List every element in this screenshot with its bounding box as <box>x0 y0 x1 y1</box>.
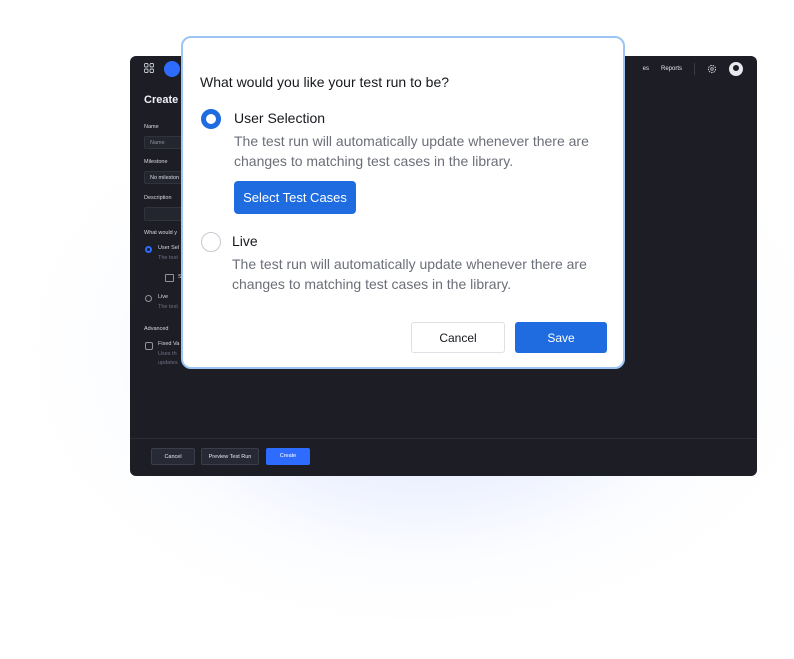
fixed-desc-1: Uses th <box>158 351 177 357</box>
fixed-checkbox[interactable] <box>145 342 153 350</box>
user-selection-description: The test run will automatically update w… <box>234 133 589 169</box>
advanced-label: Advanced <box>144 326 169 332</box>
dialog-question: What would you like your test run to be? <box>200 74 450 90</box>
run-type-question: What would y <box>144 230 178 236</box>
live-label-small: Live <box>158 294 169 300</box>
user-selection-radio-small[interactable] <box>145 246 152 253</box>
app-logo-icon[interactable] <box>164 61 180 77</box>
live-desc-small: The test <box>158 304 178 310</box>
footer-cancel-button[interactable]: Cancel <box>151 448 195 465</box>
run-type-dialog: What would you like your test run to be?… <box>181 36 625 369</box>
save-button[interactable]: Save <box>515 322 607 353</box>
create-button[interactable]: Create <box>266 448 310 465</box>
description-label: Description <box>144 195 172 201</box>
top-nav: es Reports <box>643 60 743 78</box>
fixed-desc-2: updates <box>158 360 178 366</box>
user-selection-label-small: User Sel <box>158 245 180 251</box>
nav-divider <box>694 63 695 75</box>
live-label[interactable]: Live <box>232 233 258 249</box>
live-radio-small[interactable] <box>145 295 152 302</box>
select-cases-icon-small[interactable] <box>165 274 174 282</box>
milestone-label: Milestone <box>144 159 168 165</box>
preview-test-run-button[interactable]: Preview Test Run <box>201 448 259 465</box>
user-selection-radio[interactable] <box>201 109 221 129</box>
nav-item-partial[interactable]: es <box>643 66 649 72</box>
live-radio[interactable] <box>201 232 221 252</box>
footer-divider <box>130 438 757 439</box>
nav-item-reports[interactable]: Reports <box>661 66 682 72</box>
live-description: The test run will automatically update w… <box>232 256 587 292</box>
page-title: Create <box>144 94 179 106</box>
cancel-button[interactable]: Cancel <box>411 322 505 353</box>
name-label: Name <box>144 124 159 130</box>
avatar[interactable] <box>729 62 743 76</box>
user-selection-desc-small: The test <box>158 255 178 261</box>
gear-icon[interactable] <box>707 64 717 74</box>
fixed-label: Fixed Va <box>158 341 180 347</box>
user-selection-label[interactable]: User Selection <box>234 110 325 126</box>
grid-icon[interactable] <box>144 63 154 73</box>
select-test-cases-button[interactable]: Select Test Cases <box>234 181 356 214</box>
